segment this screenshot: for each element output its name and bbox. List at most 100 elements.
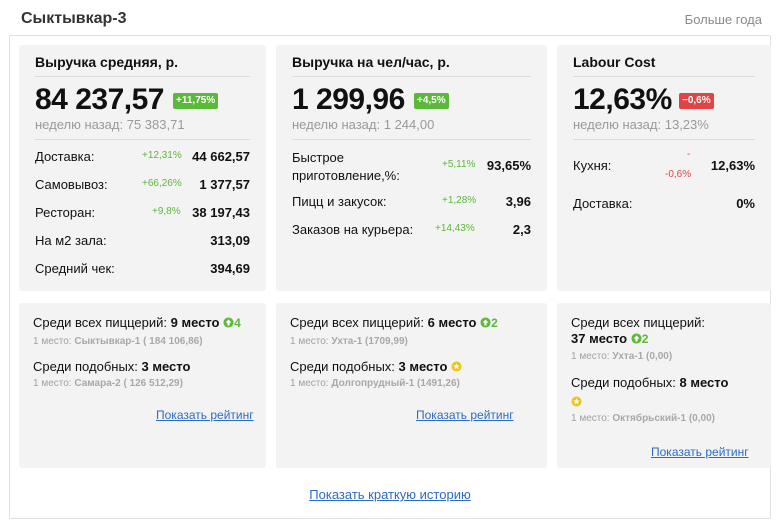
ranking-card: Среди всех пиццерий: 9 место 4 1 место: … [19,303,266,468]
divider [573,139,755,140]
divider [292,139,531,140]
metric-label: Доставка: [573,196,633,211]
metric-value: 44 662,57 [192,149,250,164]
rank-similar: Среди подобных: 8 место [571,375,728,390]
rank-label: Среди подобных: [571,375,676,390]
page-title: Сыктывкар-3 [21,10,127,27]
header: Сыктывкар-3 Больше года [0,0,780,36]
metric-label: Пицц и закусок: [292,194,387,209]
metric-change: +9,8% [152,206,181,217]
metric-label: Заказов на курьера: [292,222,414,237]
leader-label: 1 место: [571,351,610,362]
leader-name: Ухта-1 (1709,99) [331,336,408,347]
star-circle-icon [451,361,462,372]
period-selector[interactable]: Больше года [685,12,762,27]
metric-label: Доставка: [35,149,95,164]
footer: Показать краткую историю [0,487,780,502]
rank-label: Среди подобных: [290,359,395,374]
ranking-card: Среди всех пиццерий: 37 место 2 1 место:… [557,303,771,468]
metric-row: На м2 зала: 313,09 [35,233,250,251]
divider [35,76,250,77]
star-circle-icon [571,396,582,407]
main-value: 12,63% [573,83,672,116]
week-ago-label: неделю назад: [573,117,662,132]
rank-similar: Среди подобных: 3 место [290,359,462,374]
metric-value: 0% [736,196,755,211]
metric-label: Ресторан: [35,205,96,220]
rank-all: Среди всех пиццерий: 6 место 2 [290,315,498,330]
metric-label: Быстрое приготовление,%: [292,149,400,185]
rank-all: 37 место 2 [571,331,648,346]
delta-badge: +11,75% [173,93,219,109]
metric-label: Самовывоз: [35,177,108,192]
rank-leader: 1 место: Октябрьский-1 (0,00) [571,413,715,424]
show-short-history-link[interactable]: Показать краткую историю [309,487,470,502]
metric-row: Ресторан: +9,8% 38 197,43 [35,205,250,223]
metric-value: 313,09 [210,233,250,248]
metric-change: +66,26% [142,178,182,189]
card-title: Выручка на чел/час, р. [292,54,450,70]
show-rating-link[interactable]: Показать рейтинг [651,445,749,459]
leader-name: Октябрьский-1 (0,00) [612,413,715,424]
week-ago-label: неделю назад: [35,117,124,132]
card-title: Выручка средняя, р. [35,54,179,70]
rank-place: 37 место [571,331,628,346]
leader-label: 1 место: [33,378,72,389]
metric-row: Самовывоз: +66,26% 1 377,57 [35,177,250,195]
rank-leader: 1 место: Самара-2 ( 126 512,29) [33,378,183,389]
rank-place: 3 место [398,359,448,374]
week-ago: неделю назад: 1 244,00 [292,117,434,132]
metric-value: 2,3 [512,222,531,237]
week-ago: неделю назад: 13,23% [573,117,709,132]
metric-row: Заказов на курьера: +14,43% 2,3 [292,222,531,240]
rank-leader: 1 место: Сыктывкар-1 ( 184 106,86) [33,336,203,347]
metric-change: +1,28% [442,195,477,206]
metric-label-line: Быстрое [292,150,345,165]
revenue-average-card: Выручка средняя, р. 84 237,57 +11,75% не… [19,45,266,291]
main-value: 1 299,96 [292,83,405,116]
leader-name: Самара-2 ( 126 512,29) [74,378,183,389]
week-ago-label: неделю назад: [292,117,381,132]
rank-place: 3 место [141,359,191,374]
metric-value: 3,96 [505,194,531,209]
leader-name: Ухта-1 (0,00) [612,351,673,362]
leader-label: 1 место: [290,336,329,347]
up-arrow-circle-icon [480,317,491,328]
leader-label: 1 место: [290,378,329,389]
rank-change: 4 [234,316,241,330]
rank-leader: 1 место: Долгопрудный-1 (1491,26) [290,378,460,389]
metric-value: 12,63% [710,158,755,173]
metric-row: Пицц и закусок: +1,28% 3,96 [292,194,531,212]
leader-name: Сыктывкар-1 ( 184 106,86) [74,336,203,347]
main-value: 84 237,57 [35,83,164,116]
metric-row: Средний чек: 394,69 [35,261,250,279]
week-ago-value: 1 244,00 [383,117,435,132]
metric-change: +12,31% [142,150,182,161]
leader-label: 1 место: [571,413,610,424]
show-rating-link[interactable]: Показать рейтинг [156,408,254,422]
rank-label: Среди всех пиццерий: [290,315,424,330]
rank-label: Среди подобных: [33,359,138,374]
leader-label: 1 место: [33,336,72,347]
rank-change: 2 [641,332,649,346]
metric-row: Доставка: 0% [573,196,755,214]
metric-value: 1 377,57 [199,177,250,192]
metric-change-dash: - [687,149,691,160]
divider [292,76,531,77]
leader-name: Долгопрудный-1 (1491,26) [331,378,460,389]
metric-value: 93,65% [486,158,531,173]
show-rating-link[interactable]: Показать рейтинг [416,408,514,422]
metric-label: Кухня: [573,158,612,173]
delta-badge: −0,6% [679,93,714,109]
metric-value: 38 197,43 [192,205,250,220]
divider [35,139,250,140]
divider [573,76,755,77]
rank-leader: 1 место: Ухта-1 (0,00) [571,351,672,362]
ranking-card: Среди всех пиццерий: 6 место 2 1 место: … [276,303,547,468]
rank-similar: Среди подобных: 3 место [33,359,190,374]
metric-label-line: приготовление,%: [292,168,400,183]
card-title: Labour Cost [573,54,656,70]
labour-cost-card: Labour Cost 12,63% −0,6% неделю назад: 1… [557,45,771,291]
week-ago-value: 13,23% [664,117,709,132]
week-ago: неделю назад: 75 383,71 [35,117,185,132]
